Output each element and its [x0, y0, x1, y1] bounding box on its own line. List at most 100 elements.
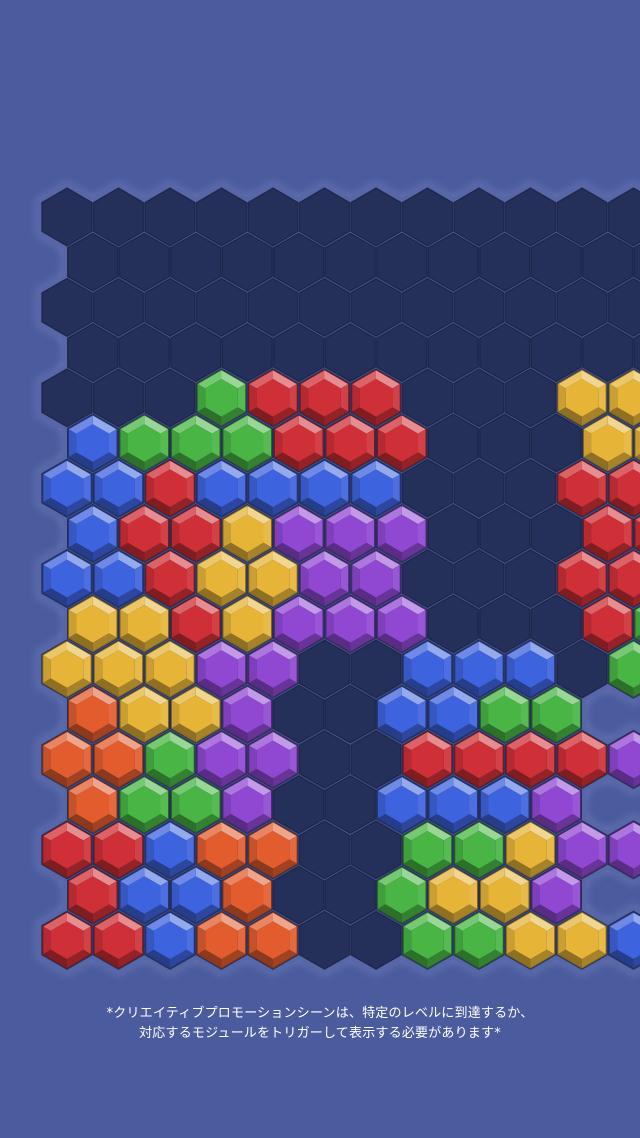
- hex-bevel-facet: [532, 700, 540, 729]
- hex-bevel-facet: [212, 700, 220, 729]
- hex-bevel-facet: [635, 519, 640, 548]
- hex-bevel-facet: [609, 564, 618, 593]
- hex-bevel-facet: [557, 383, 566, 412]
- hex-bevel-facet: [443, 655, 452, 683]
- hex-bevel-facet: [248, 926, 257, 955]
- hex-bevel-facet: [443, 745, 452, 774]
- hex-bevel-facet: [300, 474, 309, 503]
- hex-bevel-facet: [635, 429, 640, 457]
- hex-bevel-facet: [83, 474, 92, 503]
- hex-bevel-facet: [186, 835, 195, 864]
- hex-bevel-facet: [109, 429, 117, 457]
- hex-bevel-facet: [248, 474, 257, 503]
- hex-bevel-facet: [557, 926, 566, 955]
- hex-bevel-facet: [109, 700, 117, 729]
- hex-bevel-facet: [263, 429, 272, 457]
- hex-bevel-facet: [598, 474, 607, 503]
- hex-bevel-facet: [546, 835, 555, 864]
- disclaimer-text: *クリエイティブプロモーションシーンは、特定のレベルに到達するか、 対応するモジ…: [0, 1004, 640, 1044]
- hex-bevel-facet: [418, 519, 426, 548]
- hex-bevel-facet: [212, 881, 220, 909]
- hex-bevel-facet: [248, 835, 257, 864]
- hex-bevel-facet: [326, 609, 334, 638]
- hex-bevel-facet: [443, 926, 452, 955]
- hex-bevel-facet: [366, 609, 375, 638]
- hex-bevel-facet: [418, 790, 426, 819]
- hex-bevel-facet: [248, 745, 257, 774]
- hex-bevel-facet: [521, 700, 529, 729]
- hex-bevel-facet: [289, 474, 298, 503]
- hex-bevel-facet: [109, 881, 117, 909]
- hex-bevel-facet: [160, 790, 169, 819]
- hex-bevel-facet: [340, 383, 349, 412]
- hex-bevel-facet: [248, 383, 257, 412]
- hex-bevel-facet: [454, 655, 463, 683]
- hex-bevel-facet: [418, 881, 426, 909]
- hex-bevel-facet: [186, 474, 195, 503]
- hex-bevel-facet: [377, 881, 386, 909]
- hex-bevel-facet: [237, 745, 246, 774]
- hex-bevel-facet: [495, 835, 504, 864]
- hex-bevel-facet: [134, 564, 143, 593]
- hex-bevel-facet: [237, 926, 246, 955]
- hex-bevel-facet: [480, 790, 489, 819]
- hex-bevel-facet: [171, 700, 180, 729]
- hex-bevel-facet: [197, 383, 206, 412]
- hex-bevel-facet: [609, 745, 618, 774]
- hex-bevel-facet: [392, 383, 401, 412]
- hex-bevel-facet: [83, 564, 92, 593]
- hex-bevel-facet: [223, 790, 231, 819]
- hex-bevel-facet: [454, 745, 463, 774]
- hex-bevel-facet: [171, 609, 180, 638]
- hex-bevel-facet: [145, 474, 154, 503]
- hex-bevel-facet: [197, 745, 206, 774]
- hex-bevel-facet: [506, 745, 515, 774]
- hex-bevel-facet: [429, 790, 437, 819]
- hex-bevel-facet: [326, 429, 334, 457]
- hex-bevel-facet: [377, 519, 386, 548]
- hex-bevel-facet: [197, 564, 206, 593]
- hex-bevel-facet: [289, 655, 298, 683]
- hex-bevel-facet: [403, 835, 412, 864]
- hex-bevel-facet: [495, 926, 504, 955]
- hex-bevel-facet: [351, 474, 360, 503]
- hex-bevel-facet: [557, 474, 566, 503]
- hex-bevel-facet: [495, 655, 504, 683]
- hex-bevel-facet: [598, 926, 607, 955]
- hex-bevel-facet: [351, 564, 360, 593]
- hex-bevel-facet: [377, 790, 386, 819]
- hex-bevel-facet: [94, 745, 103, 774]
- hex-bevel-facet: [197, 926, 206, 955]
- hex-bevel-facet: [546, 926, 555, 955]
- hex-bevel-facet: [418, 700, 426, 729]
- hex-bevel-facet: [583, 429, 592, 457]
- hex-bevel-facet: [120, 881, 128, 909]
- hex-bevel-facet: [609, 383, 618, 412]
- hex-bevel-facet: [248, 655, 257, 683]
- hex-bevel-facet: [315, 429, 323, 457]
- hex-bevel-facet: [300, 564, 309, 593]
- hex-bevel-facet: [42, 926, 51, 955]
- disclaimer-line-1: *クリエイティブプロモーションシーンは、特定のレベルに到達するか、: [106, 1006, 534, 1021]
- hex-bevel-facet: [160, 519, 169, 548]
- hex-bevel-facet: [212, 519, 220, 548]
- hex-bevel-facet: [109, 609, 117, 638]
- hex-bevel-facet: [83, 655, 92, 683]
- hex-bevel-facet: [443, 835, 452, 864]
- hex-bevel-facet: [403, 745, 412, 774]
- hex-bevel-facet: [109, 790, 117, 819]
- hex-bevel-facet: [223, 881, 231, 909]
- hex-bevel-facet: [42, 835, 51, 864]
- hex-bevel-facet: [134, 835, 143, 864]
- hex-bevel-facet: [237, 564, 246, 593]
- hex-bevel-facet: [326, 519, 334, 548]
- hex-bevel-facet: [68, 429, 77, 457]
- hex-bevel-facet: [289, 926, 298, 955]
- hex-bevel-facet: [263, 519, 272, 548]
- hex-bevel-facet: [403, 655, 412, 683]
- hex-bevel-facet: [289, 745, 298, 774]
- hex-bevel-facet: [42, 655, 51, 683]
- hex-bevel-facet: [506, 835, 515, 864]
- hex-bevel-facet: [109, 519, 117, 548]
- hex-bevel-facet: [237, 835, 246, 864]
